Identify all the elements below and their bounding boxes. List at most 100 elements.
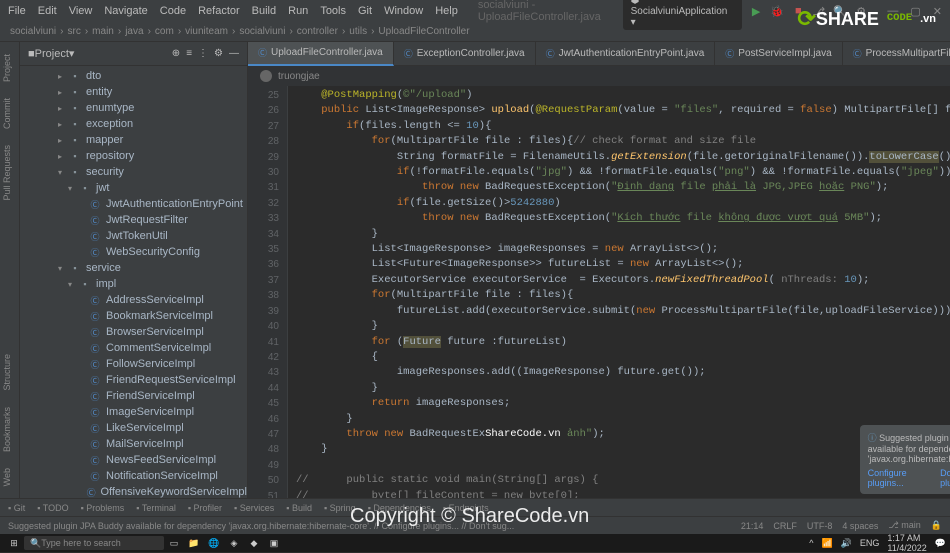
taskbar-search[interactable]: 🔍 Type here to search <box>24 536 164 550</box>
configure-plugins-link[interactable]: Configure plugins... <box>868 468 941 488</box>
stop-icon[interactable]: ■ <box>792 4 804 18</box>
structure-tool-tab[interactable]: Structure <box>0 346 14 399</box>
tool-tab-todo[interactable]: ▪ TODO <box>37 503 68 513</box>
expand-icon[interactable]: ⋮ <box>198 48 208 59</box>
explorer-icon[interactable]: 📁 <box>184 534 204 552</box>
tool-tab-dependencies[interactable]: ▪ Dependencies <box>368 503 431 513</box>
tab-PostServiceImpl.java[interactable]: ⒸPostServiceImpl.java <box>715 42 842 66</box>
settings-icon[interactable]: ⚙ <box>855 4 867 18</box>
tree-item-mailserviceimpl[interactable]: ⒸMailServiceImpl <box>20 436 247 452</box>
menu-code[interactable]: Code <box>160 5 186 17</box>
task-view-icon[interactable]: ▭ <box>164 534 184 552</box>
close-icon[interactable]: ✕ <box>933 5 942 18</box>
menu-git[interactable]: Git <box>358 5 372 17</box>
tree-item-exception[interactable]: ▸▪exception <box>20 116 247 132</box>
project-tree[interactable]: ▸▪dto▸▪entity▸▪enumtype▸▪exception▸▪mapp… <box>20 66 247 498</box>
tree-item-entity[interactable]: ▸▪entity <box>20 84 247 100</box>
breadcrumb-segment[interactable]: java <box>125 26 143 37</box>
menu-refactor[interactable]: Refactor <box>198 5 240 17</box>
menu-help[interactable]: Help <box>435 5 458 17</box>
language-indicator[interactable]: ENG <box>860 538 880 548</box>
tab-ProcessMultipartFile.java[interactable]: ⒸProcessMultipartFile.java <box>843 42 950 66</box>
lock-icon[interactable]: 🔒 <box>931 520 942 531</box>
tool-tab-endpoints[interactable]: ▪ Endpoints <box>443 503 489 513</box>
code-content[interactable]: @PostMapping(©"/upload") public List<Ima… <box>288 86 950 498</box>
tree-item-jwtrequestfilter[interactable]: ⒸJwtRequestFilter <box>20 212 247 228</box>
cursor-position[interactable]: 21:14 <box>741 521 764 531</box>
menu-edit[interactable]: Edit <box>38 5 57 17</box>
menu-file[interactable]: File <box>8 5 26 17</box>
tree-item-jwt[interactable]: ▾▪jwt <box>20 180 247 196</box>
bookmarks-tool-tab[interactable]: Bookmarks <box>0 399 14 460</box>
git-icon[interactable]: ⎇ <box>813 4 826 18</box>
volume-icon[interactable]: 🔊 <box>841 538 852 549</box>
tree-item-offensivekeywordserviceimpl[interactable]: ⒸOffensiveKeywordServiceImpl <box>20 484 247 498</box>
notification-center-icon[interactable]: 💬 <box>935 538 946 549</box>
hide-icon[interactable]: — <box>229 48 239 59</box>
tree-item-browserserviceimpl[interactable]: ⒸBrowserServiceImpl <box>20 324 247 340</box>
tab-UploadFileController.java[interactable]: ⒸUploadFileController.java <box>248 42 394 66</box>
tree-item-notificationserviceimpl[interactable]: ⒸNotificationServiceImpl <box>20 468 247 484</box>
tree-item-enumtype[interactable]: ▸▪enumtype <box>20 100 247 116</box>
encoding[interactable]: UTF-8 <box>807 521 833 531</box>
tool-tab-services[interactable]: ▪ Services <box>234 503 274 513</box>
tree-item-imageserviceimpl[interactable]: ⒸImageServiceImpl <box>20 404 247 420</box>
tree-item-repository[interactable]: ▸▪repository <box>20 148 247 164</box>
minimize-icon[interactable]: — <box>887 5 898 18</box>
tool-tab-problems[interactable]: ▪ Problems <box>81 503 125 513</box>
locate-icon[interactable]: ⊕ <box>172 48 180 59</box>
run-config-selector[interactable]: ⬢ SocialviuniApplication ▾ <box>623 0 742 30</box>
menu-tools[interactable]: Tools <box>320 5 346 17</box>
wifi-icon[interactable]: 📶 <box>821 538 832 549</box>
pull-requests-tool-tab[interactable]: Pull Requests <box>0 137 14 209</box>
tree-item-security[interactable]: ▾▪security <box>20 164 247 180</box>
breadcrumb-segment[interactable]: utils <box>349 26 367 37</box>
tree-item-impl[interactable]: ▾▪impl <box>20 276 247 292</box>
dont-suggest-link[interactable]: Don't suggest this plugin <box>940 468 950 488</box>
git-branch[interactable]: ⎇ main <box>888 520 920 531</box>
tree-item-mapper[interactable]: ▸▪mapper <box>20 132 247 148</box>
tree-item-likeserviceimpl[interactable]: ⒸLikeServiceImpl <box>20 420 247 436</box>
code-area[interactable]: 2526272829303132333435363738394041424344… <box>248 86 950 498</box>
run-icon[interactable]: ▶ <box>750 4 762 18</box>
breadcrumb-segment[interactable]: main <box>92 26 114 37</box>
chrome-icon[interactable]: 🌐 <box>204 534 224 552</box>
tree-item-jwttokenutil[interactable]: ⒸJwtTokenUtil <box>20 228 247 244</box>
debug-icon[interactable]: 🐞 <box>770 4 784 18</box>
intellij-icon[interactable]: ◈ <box>224 534 244 552</box>
breadcrumb-segment[interactable]: viuniteam <box>185 26 228 37</box>
tree-item-followserviceimpl[interactable]: ⒸFollowServiceImpl <box>20 356 247 372</box>
tab-ExceptionController.java[interactable]: ⒸExceptionController.java <box>394 42 536 66</box>
project-tool-tab[interactable]: Project <box>0 46 14 90</box>
tool-tab-profiler[interactable]: ▪ Profiler <box>188 503 222 513</box>
menu-view[interactable]: View <box>69 5 93 17</box>
menu-build[interactable]: Build <box>252 5 276 17</box>
breadcrumb-segment[interactable]: socialviuni <box>239 26 285 37</box>
indent[interactable]: 4 spaces <box>842 521 878 531</box>
tool-tab-git[interactable]: ▪ Git <box>8 503 25 513</box>
gear-icon[interactable]: ⚙ <box>214 48 223 59</box>
menu-window[interactable]: Window <box>384 5 423 17</box>
breadcrumb-segment[interactable]: src <box>67 26 80 37</box>
breadcrumb-segment[interactable]: com <box>155 26 174 37</box>
tree-item-friendserviceimpl[interactable]: ⒸFriendServiceImpl <box>20 388 247 404</box>
tree-item-addressserviceimpl[interactable]: ⒸAddressServiceImpl <box>20 292 247 308</box>
tool-tab-build[interactable]: ▪ Build <box>286 503 312 513</box>
tool-tab-spring[interactable]: ▪ Spring <box>324 503 356 513</box>
menu-run[interactable]: Run <box>288 5 308 17</box>
tool-tab-terminal[interactable]: ▪ Terminal <box>136 503 176 513</box>
tree-item-jwtauthenticationentrypoint[interactable]: ⒸJwtAuthenticationEntryPoint <box>20 196 247 212</box>
tab-JwtAuthenticationEntryPoint.java[interactable]: ⒸJwtAuthenticationEntryPoint.java <box>536 42 716 66</box>
tree-item-commentserviceimpl[interactable]: ⒸCommentServiceImpl <box>20 340 247 356</box>
windows-start-icon[interactable]: ⊞ <box>4 534 24 552</box>
tree-item-bookmarkserviceimpl[interactable]: ⒸBookmarkServiceImpl <box>20 308 247 324</box>
maximize-icon[interactable]: ▢ <box>910 5 920 18</box>
tray-icon[interactable]: ^ <box>809 538 813 548</box>
tree-item-newsfeedserviceimpl[interactable]: ⒸNewsFeedServiceImpl <box>20 452 247 468</box>
menu-navigate[interactable]: Navigate <box>104 5 147 17</box>
search-icon[interactable]: 🔍 <box>833 4 847 18</box>
breadcrumb-segment[interactable]: UploadFileController <box>378 26 469 37</box>
clock[interactable]: 1:17 AM11/4/2022 <box>887 533 926 553</box>
web-tool-tab[interactable]: Web <box>0 460 14 494</box>
app-icon-2[interactable]: ▣ <box>264 534 284 552</box>
